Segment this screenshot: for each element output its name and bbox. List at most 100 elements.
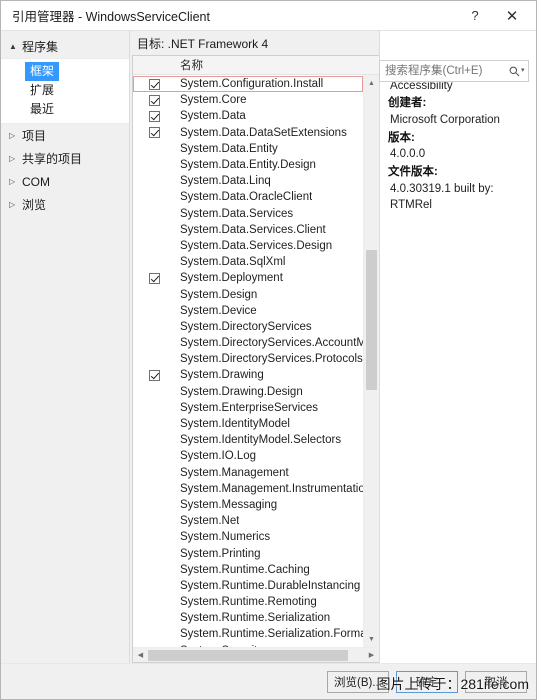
sidebar-item-framework-row[interactable]: 框架 — [1, 62, 129, 81]
row-checkbox-cell[interactable] — [133, 597, 175, 608]
table-row[interactable]: System.Data.Entity.Design — [133, 157, 363, 173]
sidebar-group-shared-projects[interactable]: ▷ 共享的项目 — [1, 147, 129, 170]
table-row[interactable]: System.Data.Entity — [133, 141, 363, 157]
sidebar-item-framework[interactable]: 框架 — [25, 62, 60, 81]
table-row[interactable]: System.Data.Services.Design — [133, 238, 363, 254]
help-icon[interactable]: ? — [459, 1, 491, 30]
table-row[interactable]: System.Runtime.DurableInstancing — [133, 578, 363, 594]
row-checkbox-cell[interactable] — [133, 483, 175, 494]
search-box[interactable]: ▾ — [379, 60, 529, 82]
table-row[interactable]: System.Data.OracleClient — [133, 189, 363, 205]
row-checkbox-cell[interactable] — [133, 580, 175, 591]
table-row[interactable]: System.Printing — [133, 545, 363, 561]
table-row[interactable]: System.Configuration.Install — [133, 76, 363, 93]
row-checkbox-cell[interactable] — [133, 289, 175, 300]
sidebar-group-com[interactable]: ▷ COM — [1, 170, 129, 193]
row-checkbox-cell[interactable] — [133, 321, 175, 332]
checkbox-checked-icon[interactable] — [148, 127, 160, 139]
row-checkbox-cell[interactable] — [133, 402, 175, 413]
table-row[interactable]: System.Runtime.Remoting — [133, 594, 363, 610]
scroll-right-icon[interactable]: ▶ — [364, 648, 379, 663]
row-checkbox-cell[interactable] — [133, 516, 175, 527]
table-row[interactable]: System.Data.SqlXml — [133, 254, 363, 270]
row-checkbox-cell[interactable] — [133, 338, 175, 349]
checkbox-checked-icon[interactable] — [148, 272, 160, 284]
table-row[interactable]: System.Data — [133, 108, 363, 124]
table-row[interactable]: System.Drawing — [133, 367, 363, 383]
vertical-scrollbar[interactable]: ▲ ▼ — [363, 75, 379, 647]
table-row[interactable]: System.Data.DataSetExtensions — [133, 125, 363, 141]
row-checkbox-cell[interactable] — [133, 532, 175, 543]
table-row[interactable]: System.DirectoryServices.Protocols — [133, 351, 363, 367]
row-checkbox-cell[interactable] — [133, 110, 175, 122]
row-checkbox-cell[interactable] — [133, 272, 175, 284]
search-icon[interactable] — [508, 66, 521, 77]
row-checkbox-cell[interactable] — [133, 467, 175, 478]
row-checkbox-cell[interactable] — [133, 305, 175, 316]
row-checkbox-cell[interactable] — [133, 176, 175, 187]
horizontal-scroll-thumb[interactable] — [148, 649, 348, 661]
row-checkbox-cell[interactable] — [133, 354, 175, 365]
table-row[interactable]: System.Runtime.Caching — [133, 562, 363, 578]
scroll-up-icon[interactable]: ▲ — [363, 75, 379, 91]
table-row[interactable]: System.Data.Services — [133, 206, 363, 222]
row-checkbox-cell[interactable] — [133, 564, 175, 575]
row-checkbox-cell[interactable] — [133, 499, 175, 510]
table-row[interactable]: System.Deployment — [133, 270, 363, 286]
table-row[interactable]: System.Management — [133, 465, 363, 481]
row-checkbox-cell[interactable] — [133, 224, 175, 235]
row-checkbox-cell[interactable] — [133, 435, 175, 446]
search-input[interactable] — [380, 64, 508, 78]
table-row[interactable]: System.DirectoryServices.AccountManage — [133, 335, 363, 351]
table-row[interactable]: System.IO.Log — [133, 448, 363, 464]
horizontal-scrollbar[interactable]: ◀ ▶ — [133, 647, 379, 662]
table-row[interactable]: System.Data.Linq — [133, 173, 363, 189]
sidebar-item-recent[interactable]: 最近 — [25, 100, 59, 119]
table-row[interactable]: System.Messaging — [133, 497, 363, 513]
chevron-down-icon[interactable]: ▾ — [521, 66, 528, 76]
table-row[interactable]: System.Runtime.Serialization — [133, 610, 363, 626]
row-checkbox-cell[interactable] — [133, 419, 175, 430]
checkbox-checked-icon[interactable] — [148, 94, 160, 106]
scroll-left-icon[interactable]: ◀ — [133, 648, 148, 663]
row-checkbox-cell[interactable] — [133, 629, 175, 640]
row-checkbox-cell[interactable] — [133, 548, 175, 559]
row-checkbox-cell[interactable] — [133, 143, 175, 154]
sidebar-group-browse[interactable]: ▷ 浏览 — [1, 193, 129, 216]
checkbox-checked-icon[interactable] — [148, 369, 160, 381]
sidebar-item-extensions[interactable]: 扩展 — [25, 81, 59, 100]
row-checkbox-cell[interactable] — [133, 240, 175, 251]
table-row[interactable]: System.Design — [133, 286, 363, 302]
row-checkbox-cell[interactable] — [133, 451, 175, 462]
table-row[interactable]: System.Runtime.Serialization.Formatters.… — [133, 626, 363, 642]
table-row[interactable]: System.Drawing.Design — [133, 384, 363, 400]
table-row[interactable]: System.Management.Instrumentation — [133, 481, 363, 497]
sidebar-item-extensions-row[interactable]: 扩展 — [1, 81, 129, 100]
horizontal-scroll-track[interactable] — [148, 648, 364, 663]
table-row[interactable]: System.EnterpriseServices — [133, 400, 363, 416]
table-row[interactable]: System.Numerics — [133, 529, 363, 545]
table-row[interactable]: System.IdentityModel — [133, 416, 363, 432]
row-checkbox-cell[interactable] — [133, 369, 175, 381]
vertical-scroll-thumb[interactable] — [366, 250, 377, 390]
table-row[interactable]: System.Core — [133, 92, 363, 108]
row-checkbox-cell[interactable] — [133, 613, 175, 624]
checkbox-checked-icon[interactable] — [148, 78, 160, 90]
row-checkbox-cell[interactable] — [133, 78, 175, 90]
table-row[interactable]: System.IdentityModel.Selectors — [133, 432, 363, 448]
row-checkbox-cell[interactable] — [133, 160, 175, 171]
close-icon[interactable]: ✕ — [496, 1, 528, 30]
checkbox-checked-icon[interactable] — [148, 110, 160, 122]
sidebar-group-assemblies[interactable]: ▲ 程序集 — [1, 35, 129, 58]
table-row[interactable]: System.Device — [133, 303, 363, 319]
table-row[interactable]: System.Data.Services.Client — [133, 222, 363, 238]
row-checkbox-cell[interactable] — [133, 192, 175, 203]
table-row[interactable]: System.Net — [133, 513, 363, 529]
sidebar-item-recent-row[interactable]: 最近 — [1, 100, 129, 119]
row-checkbox-cell[interactable] — [133, 386, 175, 397]
scroll-down-icon[interactable]: ▼ — [363, 631, 379, 647]
sidebar-group-projects[interactable]: ▷ 项目 — [1, 124, 129, 147]
row-checkbox-cell[interactable] — [133, 257, 175, 268]
row-checkbox-cell[interactable] — [133, 208, 175, 219]
row-checkbox-cell[interactable] — [133, 127, 175, 139]
